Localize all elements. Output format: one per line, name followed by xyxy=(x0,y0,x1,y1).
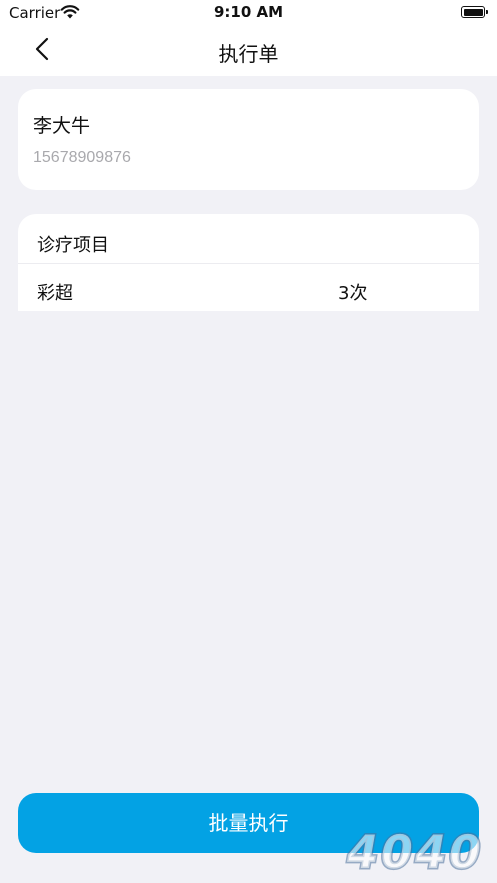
patient-phone: 15678909876 xyxy=(33,149,131,166)
battery-icon xyxy=(461,6,488,18)
list-item[interactable]: 彩超 3次 xyxy=(18,264,479,311)
item-count: 3次 xyxy=(338,283,368,304)
patient-name: 李大牛 xyxy=(33,115,91,137)
watermark-logo: 4040 xyxy=(340,824,488,878)
patient-card: 李大牛 15678909876 xyxy=(18,89,479,190)
navigation-bar: 执行单 xyxy=(0,28,497,76)
svg-text:4040: 4040 xyxy=(342,825,487,878)
item-name: 彩超 xyxy=(37,283,73,304)
treatment-items-card: 诊疗项目 彩超 3次 xyxy=(18,214,479,311)
section-title: 诊疗项目 xyxy=(37,235,109,256)
page-title: 执行单 xyxy=(218,42,279,66)
status-time: 9:10 AM xyxy=(213,3,284,21)
status-bar: Carrier 9:10 AM xyxy=(0,0,497,28)
